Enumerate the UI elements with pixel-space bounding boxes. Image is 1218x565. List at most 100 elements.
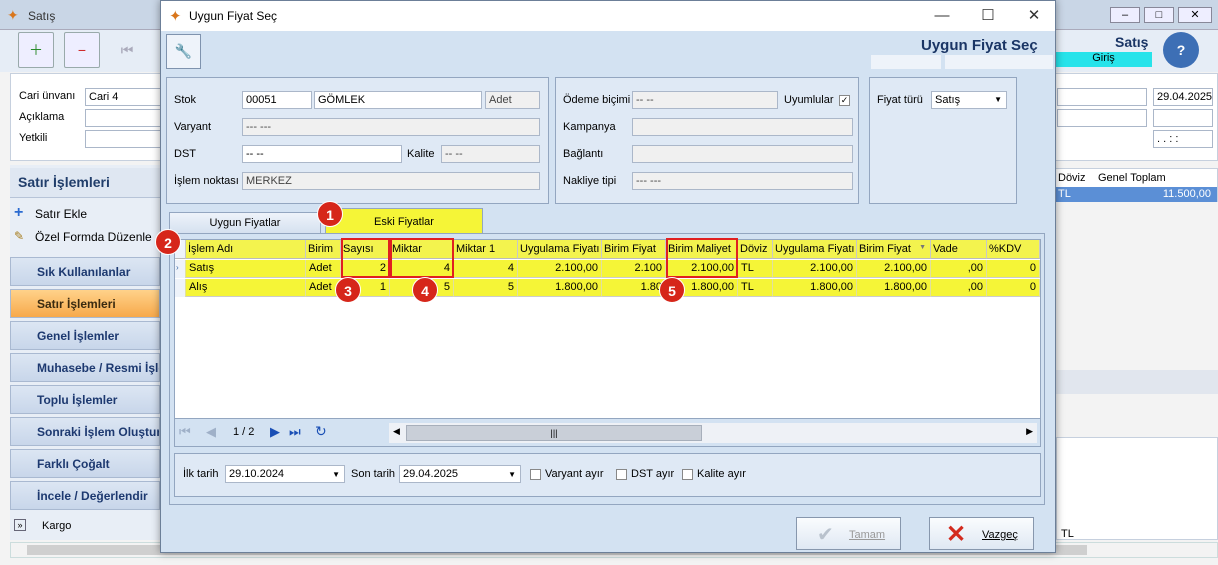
- dialog-minimize-button[interactable]: —: [919, 1, 965, 31]
- kalite-ayir-label: Kalite ayır: [697, 468, 746, 480]
- grid-header[interactable]: Vade: [931, 240, 987, 259]
- tab-uygun-fiyatlar[interactable]: Uygun Fiyatlar: [169, 212, 321, 234]
- date-field-2[interactable]: [1153, 109, 1213, 127]
- grid-header[interactable]: Birim: [306, 240, 341, 259]
- price-type-group: Fiyat türü Satış ▼: [869, 77, 1017, 204]
- yetkili-field[interactable]: [85, 130, 161, 148]
- dialog-close-button[interactable]: ✕: [1011, 1, 1057, 31]
- tab-eski-fiyatlar[interactable]: Eski Fiyatlar: [325, 208, 483, 234]
- scroll-left-icon[interactable]: ◀: [393, 426, 400, 437]
- table-row[interactable]: › Satış Adet 2 4 4 2.100,00 2.100 2.100,…: [175, 260, 1040, 278]
- plus-icon: +: [14, 204, 24, 221]
- grid-header[interactable]: Miktar 1: [454, 240, 518, 259]
- islem-noktasi-field: MERKEZ: [242, 172, 540, 190]
- kargo-label: Kargo: [42, 520, 72, 532]
- grid-header[interactable]: Birim Fiyat: [602, 240, 666, 259]
- ilk-tarih-field[interactable]: 29.10.2024 ▼: [225, 465, 345, 483]
- grid-cell: TL: [738, 279, 773, 297]
- right-field-1[interactable]: [1057, 88, 1147, 106]
- grid-header[interactable]: Uygulama Fiyatı: [773, 240, 857, 259]
- prev-page-icon[interactable]: ◀: [206, 424, 216, 440]
- first-page-icon[interactable]: ⏮: [179, 424, 191, 440]
- check-icon: ✔: [817, 524, 834, 546]
- dialog-maximize-button[interactable]: ☐: [965, 1, 1011, 31]
- fiyat-turu-label: Fiyat türü: [877, 94, 923, 106]
- highlight-sayisi: [341, 238, 390, 278]
- nav-group-farkli[interactable]: Farklı Çoğalt: [10, 449, 160, 478]
- grid-hscrollbar[interactable]: ◀ ||| ▶: [389, 423, 1037, 443]
- son-tarih-field[interactable]: 29.04.2025 ▼: [399, 465, 521, 483]
- nav-action-ozel-form[interactable]: ✎ Özel Formda Düzenle: [10, 230, 160, 244]
- main-grid-cell-total: 11.500,00: [1162, 188, 1211, 200]
- date-filter-group: İlk tarih 29.10.2024 ▼ Son tarih 29.04.2…: [174, 453, 1041, 497]
- annotation-badge-1: 1: [317, 201, 343, 227]
- nakliye-label: Nakliye tipi: [563, 175, 617, 187]
- nav-group-sonraki[interactable]: Sonraki İşlem Oluştur: [10, 417, 160, 446]
- nav-item-kargo[interactable]: » Kargo: [10, 517, 160, 537]
- main-grid-cell-doviz: TL: [1058, 188, 1071, 200]
- scroll-thumb[interactable]: |||: [406, 425, 702, 441]
- dst-field[interactable]: -- --: [242, 145, 402, 163]
- uyumlular-label: Uyumlular: [784, 94, 834, 106]
- stok-label: Stok: [174, 94, 197, 106]
- grid-header[interactable]: Uygulama Fiyatı: [518, 240, 602, 259]
- minimize-button[interactable]: –: [1110, 7, 1140, 23]
- stok-name-field[interactable]: GÖMLEK: [314, 91, 482, 109]
- nav-action-satir-ekle[interactable]: + Satır Ekle: [10, 204, 160, 221]
- help-icon[interactable]: ?: [1163, 32, 1199, 68]
- grid-cell: 0: [987, 260, 1040, 278]
- grid-cell: 1.800,00: [857, 279, 931, 297]
- footer-currency: TL: [1061, 528, 1074, 540]
- refresh-icon[interactable]: ↻: [315, 423, 327, 440]
- grid-header[interactable]: Döviz: [738, 240, 773, 259]
- grid-header[interactable]: Birim Fiyat ▼: [857, 240, 931, 259]
- nav-group-genel[interactable]: Genel İşlemler: [10, 321, 160, 350]
- old-prices-grid: İşlem Adı Birim Sayısı Miktar Miktar 1 U…: [174, 239, 1041, 447]
- right-dropdown[interactable]: [1057, 109, 1147, 127]
- dst-ayir-checkbox[interactable]: [616, 469, 627, 480]
- varyant-ayir-checkbox[interactable]: [530, 469, 541, 480]
- vazgec-label: Vazgeç: [982, 529, 1018, 541]
- varyant-field: --- ---: [242, 118, 540, 136]
- grid-cell: Adet: [306, 260, 341, 278]
- payment-group: Ödeme biçimi -- -- Uyumlular ✓ Kampanya …: [555, 77, 859, 204]
- grid-cell: 2.100,00: [857, 260, 931, 278]
- ilk-tarih-label: İlk tarih: [183, 468, 219, 480]
- highlight-miktar: [390, 238, 454, 278]
- stok-unit-field: Adet: [485, 91, 540, 109]
- nav-group-muhasebe[interactable]: Muhasebe / Resmi İşlemler: [10, 353, 160, 382]
- fiyat-turu-select[interactable]: Satış ▼: [931, 91, 1007, 109]
- next-page-icon[interactable]: ▶: [270, 424, 280, 440]
- scroll-right-icon[interactable]: ▶: [1026, 426, 1033, 437]
- kalite-ayir-checkbox[interactable]: [682, 469, 693, 480]
- nav-group-toplu[interactable]: Toplu İşlemler: [10, 385, 160, 414]
- maximize-button[interactable]: □: [1144, 7, 1174, 23]
- grid-cell: 5: [454, 279, 518, 297]
- stok-code-field[interactable]: 00051: [242, 91, 312, 109]
- dialog-titlebar: ✦ Uygun Fiyat Seç — ☐ ✕: [161, 1, 1055, 31]
- aciklama-field[interactable]: [85, 109, 161, 127]
- first-record-icon[interactable]: ⏮: [112, 38, 142, 62]
- table-row[interactable]: Alış Adet 1 5 5 1.800,00 1.80 1.800,00 T…: [175, 279, 1040, 297]
- date-field[interactable]: 29.04.2025: [1153, 88, 1213, 106]
- grid-cell: ,00: [931, 279, 987, 297]
- grid-cell: ,00: [931, 260, 987, 278]
- tools-icon[interactable]: 🔧: [166, 34, 201, 69]
- close-button[interactable]: ✕: [1178, 7, 1212, 23]
- grid-cell: 2.100,00: [773, 260, 857, 278]
- new-document-icon[interactable]: ＋: [18, 32, 54, 68]
- time-field[interactable]: . . : :: [1153, 130, 1213, 148]
- grid-header[interactable]: İşlem Adı: [186, 240, 306, 259]
- nav-group-satir[interactable]: Satır İşlemleri: [10, 289, 160, 318]
- vazgec-button[interactable]: ✕ Vazgeç: [929, 517, 1034, 550]
- nav-group-sik[interactable]: Sık Kullanılanlar: [10, 257, 160, 286]
- nav-action-label: Satır Ekle: [35, 207, 88, 221]
- form-header: Satış: [1115, 34, 1149, 50]
- delete-document-icon[interactable]: −: [64, 32, 100, 68]
- last-page-icon[interactable]: ⏭: [289, 424, 301, 440]
- grid-header[interactable]: %KDV: [987, 240, 1040, 259]
- uyumlular-checkbox[interactable]: ✓: [839, 95, 850, 106]
- cari-unvani-field[interactable]: Cari 4: [85, 88, 161, 106]
- nav-group-incele[interactable]: İncele / Değerlendir: [10, 481, 160, 510]
- tamam-button[interactable]: ✔ Tamam: [796, 517, 901, 550]
